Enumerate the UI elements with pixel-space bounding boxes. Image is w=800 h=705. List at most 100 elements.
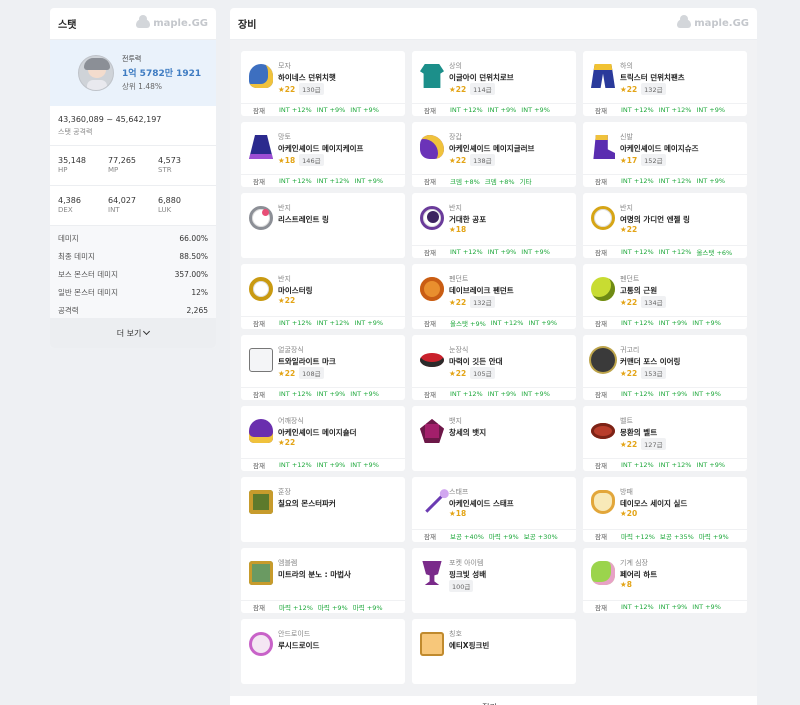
starforce-badge: ★18 (449, 225, 467, 234)
equipment-card[interactable]: 장갑 아케인셰이드 메이지글러브 ★22 138급 잠재 크뎀 +8% 크뎀 +8% 기타 (412, 122, 576, 187)
equipment-name: 아케인셰이드 스태프 (449, 499, 514, 508)
equipment-slot: 훈장 (278, 488, 291, 496)
equipment-card[interactable]: 기계 심장 페어리 하트 ★8 잠재 INT +12% INT +9% INT +9% (583, 548, 747, 613)
equipment-name: 리스트레인트 링 (278, 215, 329, 224)
equipment-meta: ★22 (278, 296, 295, 305)
equipment-card[interactable]: 귀고리 커맨더 포스 이어링 ★22 153급 잠재 INT +12% INT +9% INT… (583, 335, 747, 400)
potential-option: 올스탯 +9% (450, 320, 486, 328)
potential-options: 잠재 INT +12% INT +9% INT +9% (583, 316, 747, 329)
potential-option: INT +9% (658, 319, 688, 327)
equipment-card[interactable]: 반지 여명의 가디언 엔젤 링 ★22 잠재 INT +12% INT +12% 올스탯 +… (583, 193, 747, 258)
equipment-name: 아케인셰이드 메이지숄더 (278, 428, 357, 437)
potential-option: INT +12% (621, 248, 654, 256)
equipment-card[interactable]: 반지 리스트레인트 링 (241, 193, 405, 258)
equipment-meta: ★22 132급 (449, 296, 495, 308)
potential-option: INT +12% (658, 106, 692, 114)
potential-options: 잠재 INT +12% INT +12% INT +9% (583, 458, 747, 471)
potential-option: INT +9% (521, 106, 550, 114)
equipment-name: 트와일라이트 마크 (278, 357, 336, 366)
equipment-slot: 장갑 (449, 133, 462, 141)
equipment-card[interactable]: 하의 트릭스터 던위치팬츠 ★22 132급 잠재 INT +12% INT +12% INT… (583, 51, 747, 116)
detail-stat-row: 데미지 66.00% (58, 229, 208, 247)
equipment-name: 루시드로이드 (278, 641, 320, 650)
potential-option: INT +9% (528, 319, 558, 327)
equipment-slot: 하의 (620, 62, 633, 70)
equipment-card[interactable]: 얼굴장식 트와일라이트 마크 ★22 108급 잠재 INT +12% INT +9% INT… (241, 335, 405, 400)
stat-int: 64,027 INT (108, 196, 136, 214)
equipment-name: 하이네스 던위치햇 (278, 73, 336, 82)
starforce-badge: ★22 (620, 225, 638, 234)
item-level-badge: 114급 (470, 83, 495, 95)
equipment-slot: 반지 (278, 275, 291, 283)
maplegg-logo: maple.GG (136, 15, 208, 29)
starforce-badge: ★22 (449, 155, 467, 165)
detail-stat-key: 최종 데미지 (58, 251, 95, 261)
potential-label: 잠재 (424, 249, 436, 257)
equipment-slot: 벨트 (620, 417, 633, 425)
shoe-item-icon (593, 135, 615, 159)
character-avatar (78, 55, 114, 91)
detail-stat-value: 12% (191, 287, 208, 297)
equipment-card[interactable]: 칭호에티X핑크빈 (412, 619, 576, 684)
equipment-name: 에티X핑크빈 (449, 641, 490, 650)
equipment-card[interactable]: 신발 아케인셰이드 메이지슈즈 ★17 152급 잠재 INT +12% INT +12% I… (583, 122, 747, 187)
potential-option: 마력 +12% (621, 533, 655, 541)
equipment-card[interactable]: 스태프 아케인셰이드 스태프 ★18 잠재 보공 +40% 마력 +9% 보공 +30% (412, 477, 576, 542)
starforce-badge: ★22 (278, 296, 296, 305)
potential-option: INT +9% (521, 248, 550, 256)
potential-option: INT +12% (279, 461, 312, 469)
potential-option: INT +9% (350, 390, 379, 398)
potential-option: INT +9% (350, 461, 379, 469)
equipment-name: 데이브레이크 펜던트 (449, 286, 514, 295)
more-button[interactable]: 더 보기 (50, 318, 216, 348)
detail-stat-row: 최종 데미지 88.50% (58, 247, 208, 265)
combat-power-value: 1억 5782만 1921 (122, 69, 202, 79)
heart-item-icon (591, 561, 615, 585)
stat-mp: 77,265 MP (108, 156, 136, 174)
stat-attack-value: 43,360,089 ~ 45,642,197 (58, 115, 162, 124)
equipment-card[interactable]: 벨트 몽환의 벨트 ★22 127급 잠재 INT +12% INT +12% INT +9% (583, 406, 747, 471)
potential-label: 잠재 (595, 107, 607, 115)
equipment-card[interactable]: 엠블렘 미트라의 분노 : 마법사 잠재 마력 +12% 마력 +9% 마력 +9% (241, 548, 405, 613)
equipment-slot: 망토 (278, 133, 291, 141)
equipment-name: 이글아이 던위치로브 (449, 73, 514, 82)
potential-option: INT +9% (696, 177, 726, 185)
potential-label: 잠재 (424, 178, 436, 186)
equipment-card[interactable]: 모자 하이네스 던위치햇 ★22 130급 잠재 INT +12% INT +9% INT +… (241, 51, 405, 116)
equipment-card[interactable]: 반지 마이스터링 ★22 잠재 INT +12% INT +12% INT +9% (241, 264, 405, 329)
detail-stat-key: 공격력 (58, 305, 79, 315)
shoulder-item-icon (249, 419, 273, 443)
potential-option: INT +9% (316, 106, 346, 114)
potential-option: INT +12% (490, 319, 524, 327)
equipment-card[interactable]: 훈장 칠요의 몬스터파커 (241, 477, 405, 542)
equipment-slot: 칭호 (449, 630, 462, 638)
starforce-badge: ★20 (620, 509, 638, 518)
equipment-name: 마력이 깃든 안대 (449, 357, 503, 366)
equipment-card[interactable]: 뱃지 창세의 뱃지 (412, 406, 576, 471)
item-level-badge: 146급 (299, 154, 324, 166)
equipment-meta: ★22 132급 (620, 83, 666, 95)
equipment-card[interactable]: 방패 데이모스 세이지 실드 ★20 잠재 마력 +12% 보공 +35% 마력 +9% (583, 477, 747, 542)
equipment-card[interactable]: 반지 거대한 공포 ★18 잠재 INT +12% INT +9% INT +9% (412, 193, 576, 258)
equipment-meta: ★18 (449, 225, 466, 234)
item-level-badge: 127급 (641, 438, 666, 450)
potential-option: INT +12% (621, 603, 654, 611)
equipment-card[interactable]: 망토 아케인셰이드 메이지케이프 ★18 146급 잠재 INT +12% INT +12%… (241, 122, 405, 187)
equipment-card[interactable]: 상의 이글아이 던위치로브 ★22 114급 잠재 INT +12% INT +9% INT … (412, 51, 576, 116)
potential-option: INT +12% (621, 319, 654, 327)
equipment-card[interactable]: 포켓 아이템 핑크빛 성배 100급 (412, 548, 576, 613)
equipment-meta: ★8 (620, 580, 632, 589)
staff-item-icon (420, 487, 446, 513)
equipment-card[interactable]: 안드로이드 루시드로이드 (241, 619, 405, 684)
equipment-name: 핑크빛 성배 (449, 570, 487, 579)
equipment-card[interactable]: 눈장식 마력이 깃든 안대 ★22 105급 잠재 INT +12% INT +9% INT … (412, 335, 576, 400)
equipment-card[interactable]: 어깨장식 아케인셰이드 메이지숄더 ★22 잠재 INT +12% INT +9% INT … (241, 406, 405, 471)
equipment-card[interactable]: 펜던트 데이브레이크 펜던트 ★22 132급 잠재 올스탯 +9% INT +12% INT… (412, 264, 576, 329)
belt-item-icon (591, 423, 615, 439)
equipment-slot: 반지 (449, 204, 462, 212)
fold-button[interactable]: 접기 (230, 696, 757, 705)
potential-option: 크뎀 +8% (450, 178, 480, 186)
equipment-card[interactable]: 펜던트 고통의 근원 ★22 134급 잠재 INT +12% INT +9% INT +9% (583, 264, 747, 329)
potential-options: 잠재 INT +12% INT +9% INT +9% (241, 103, 405, 116)
starforce-badge: ★18 (278, 155, 296, 165)
